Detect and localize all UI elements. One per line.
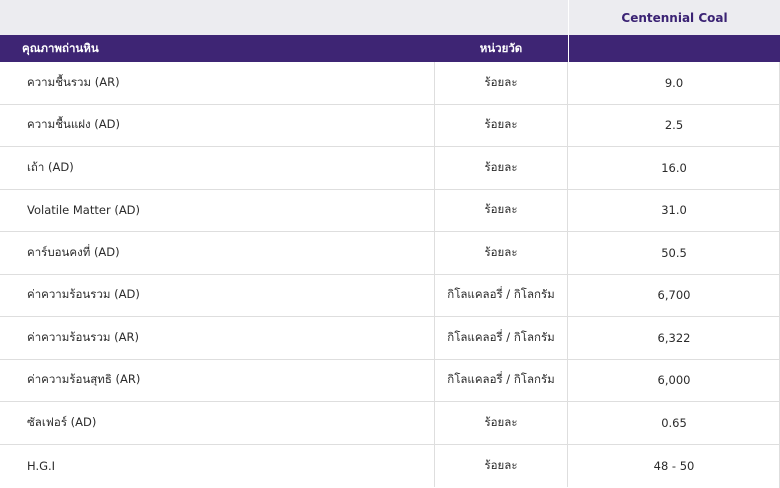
parameter-cell: เถ้า (AD) (27, 159, 74, 174)
value-cell: 0.65 (661, 415, 687, 430)
parameter-cell: ความชื้นรวม (AR) (27, 74, 120, 89)
value-cell: 9.0 (664, 75, 684, 90)
unit-cell: กิโลแคลอรี่ / กิโลกรัม (434, 274, 568, 316)
unit-cell: กิโลแคลอรี่ / กิโลกรัม (434, 317, 568, 359)
unit-cell: ร้อยละ (434, 189, 568, 231)
brand-column-header: Centennial Coal (568, 0, 780, 35)
parameter-cell: คาร์บอนคงที่ (AD) (27, 244, 120, 259)
value-cell: 31.0 (661, 203, 687, 218)
value-cell: 6,322 (657, 330, 691, 345)
value-cell: 6,000 (657, 373, 691, 388)
parameter-cell: Volatile Matter (AD) (27, 203, 141, 218)
value-cell: 48 - 50 (653, 458, 695, 473)
table-row: ค่าความร้อนรวม (AD) กิโลแคลอรี่ / กิโลกร… (0, 274, 780, 317)
parameter-cell: ค่าความร้อนรวม (AD) (27, 287, 140, 302)
parameter-cell: H.G.I (27, 458, 56, 473)
table-top-band: Centennial Coal (0, 0, 780, 35)
coal-quality-table: Centennial Coal คุณภาพถ่านหิน หน่วยวัด ค… (0, 0, 780, 488)
unit-cell: ร้อยละ (434, 104, 568, 146)
value-cell: 50.5 (661, 245, 687, 260)
table-row: Volatile Matter (AD) ร้อยละ 31.0 (0, 189, 780, 232)
value-cell: 16.0 (661, 160, 687, 175)
parameter-cell: ความชื้นแฝง (AD) (27, 117, 120, 132)
table-row: คาร์บอนคงที่ (AD) ร้อยละ 50.5 (0, 232, 780, 275)
unit-cell: กิโลแคลอรี่ / กิโลกรัม (434, 359, 568, 401)
unit-column-header: หน่วยวัด (479, 40, 523, 55)
unit-cell: ร้อยละ (434, 147, 568, 189)
table-row: ซัลเฟอร์ (AD) ร้อยละ 0.65 (0, 402, 780, 445)
table-body: ความชื้นรวม (AR) ร้อยละ 9.0 ความชื้นแฝง … (0, 62, 780, 487)
unit-cell: ร้อยละ (434, 402, 568, 444)
value-cell: 2.5 (664, 118, 684, 133)
parameter-cell: ค่าความร้อนรวม (AR) (27, 329, 139, 344)
unit-cell: ร้อยละ (434, 62, 568, 104)
parameter-cell: ซัลเฟอร์ (AD) (27, 414, 97, 429)
header-divider (568, 35, 569, 62)
table-row: ความชื้นแฝง (AD) ร้อยละ 2.5 (0, 104, 780, 147)
table-row: ความชื้นรวม (AR) ร้อยละ 9.0 (0, 62, 780, 105)
table-row: ค่าความร้อนรวม (AR) กิโลแคลอรี่ / กิโลกร… (0, 317, 780, 360)
table-row: H.G.I ร้อยละ 48 - 50 (0, 444, 780, 487)
parameter-cell: ค่าความร้อนสุทธิ (AR) (27, 372, 141, 387)
unit-cell: ร้อยละ (434, 444, 568, 487)
value-cell: 6,700 (657, 288, 691, 303)
parameter-column-header: คุณภาพถ่านหิน (22, 40, 99, 55)
unit-cell: ร้อยละ (434, 232, 568, 274)
table-row: ค่าความร้อนสุทธิ (AR) กิโลแคลอรี่ / กิโล… (0, 359, 780, 402)
table-row: เถ้า (AD) ร้อยละ 16.0 (0, 147, 780, 190)
table-header-row: คุณภาพถ่านหิน หน่วยวัด (0, 35, 780, 62)
